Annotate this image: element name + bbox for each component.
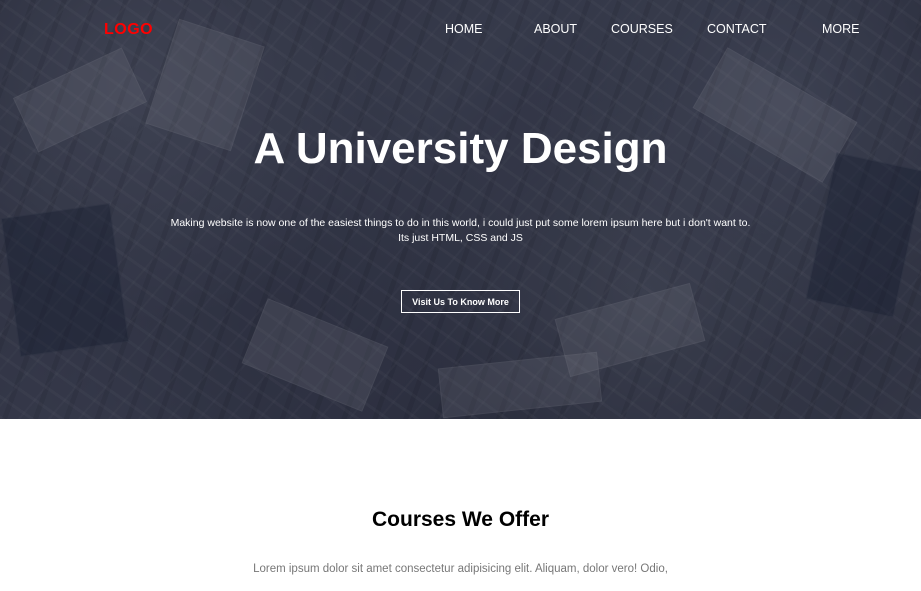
hero-overlay	[0, 0, 921, 419]
section-description: Lorem ipsum dolor sit amet consectetur a…	[253, 563, 668, 575]
visit-us-button[interactable]: Visit Us To Know More	[401, 290, 520, 313]
nav-about[interactable]: ABOUT	[534, 22, 577, 36]
nav-contact[interactable]: CONTACT	[707, 22, 767, 36]
hero-title: A University Design	[253, 124, 668, 173]
nav-courses[interactable]: COURSES	[611, 22, 673, 36]
hero-description: Making website is now one of the easiest…	[150, 216, 771, 246]
nav-home[interactable]: HOME	[445, 22, 483, 36]
section-title: Courses We Offer	[372, 508, 549, 531]
logo[interactable]: LOGO	[104, 21, 153, 39]
hero-section: LOGO HOME ABOUT COURSES CONTACT MORE A U…	[0, 0, 921, 419]
hero-description-line: Its just HTML, CSS and JS	[398, 232, 523, 244]
nav-more[interactable]: MORE	[822, 22, 860, 36]
hero-description-line: Making website is now one of the easiest…	[170, 217, 751, 229]
